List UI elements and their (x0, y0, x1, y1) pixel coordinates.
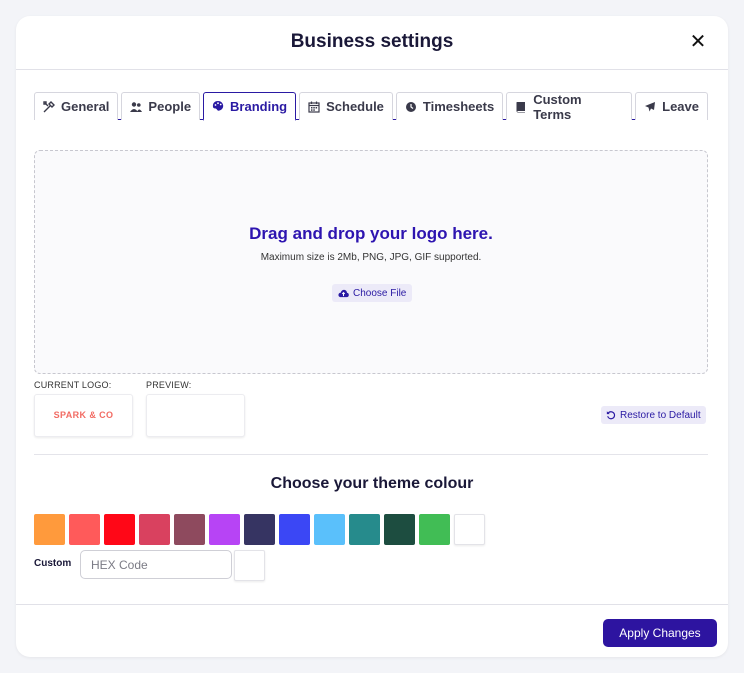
cloud-upload-icon (338, 289, 349, 297)
color-swatch[interactable] (419, 514, 450, 545)
current-logo-box: SPARK & CO (34, 394, 133, 437)
choose-file-label: Choose File (353, 287, 407, 299)
tab-general[interactable]: General (34, 92, 119, 120)
color-swatch[interactable] (454, 514, 485, 545)
color-swatch[interactable] (349, 514, 380, 545)
tab-label: Custom Terms (533, 91, 582, 122)
logo-dropzone[interactable]: Drag and drop your logo here. Maximum si… (34, 150, 708, 374)
tab-label: Branding (230, 98, 288, 114)
tab-timesheets[interactable]: Timesheets (395, 92, 504, 120)
clock-icon (405, 101, 416, 112)
custom-label: Custom (34, 558, 72, 569)
settings-tabs: General People Branding Schedule Timeshe… (34, 91, 708, 122)
restore-default-button[interactable]: Restore to Default (601, 406, 706, 424)
tab-custom-terms[interactable]: Custom Terms (506, 91, 633, 122)
restore-label: Restore to Default (620, 409, 701, 421)
color-swatch[interactable] (174, 514, 205, 545)
choose-file-button[interactable]: Choose File (332, 284, 413, 302)
tab-label: People (148, 99, 192, 114)
undo-icon (606, 411, 616, 420)
business-settings-modal: Business settings ✕ General People Brand… (16, 16, 728, 657)
hex-code-input[interactable] (80, 550, 232, 579)
color-swatch[interactable] (69, 514, 100, 545)
theme-swatches (34, 514, 485, 545)
tools-icon (43, 100, 55, 112)
tab-label: Leave (662, 99, 699, 114)
tab-leave[interactable]: Leave (635, 92, 708, 120)
custom-color-preview[interactable] (234, 550, 265, 581)
current-logo: SPARK & CO (53, 410, 114, 420)
modal-header: Business settings ✕ (16, 16, 728, 70)
users-icon (130, 101, 143, 112)
calendar-icon (308, 101, 320, 113)
tab-label: Schedule (326, 99, 384, 114)
footer-divider (16, 604, 728, 605)
color-swatch[interactable] (104, 514, 135, 545)
dropzone-title: Drag and drop your logo here. (249, 224, 493, 243)
color-swatch[interactable] (34, 514, 65, 545)
section-divider (34, 454, 708, 455)
preview-box (146, 394, 245, 437)
tab-label: General (61, 99, 110, 114)
tab-schedule[interactable]: Schedule (299, 92, 393, 120)
color-swatch[interactable] (139, 514, 170, 545)
preview-label: PREVIEW: (146, 380, 192, 390)
dropzone-subtitle: Maximum size is 2Mb, PNG, JPG, GIF suppo… (260, 252, 482, 263)
color-swatch[interactable] (384, 514, 415, 545)
plane-icon (645, 101, 656, 111)
modal-title: Business settings (290, 31, 454, 52)
tab-people[interactable]: People (121, 92, 201, 120)
color-swatch[interactable] (209, 514, 240, 545)
book-icon (516, 101, 526, 112)
color-swatch[interactable] (244, 514, 275, 545)
apply-changes-button[interactable]: Apply Changes (603, 619, 717, 647)
theme-title: Choose your theme colour (270, 475, 474, 492)
palette-icon (212, 101, 224, 111)
color-swatch[interactable] (279, 514, 310, 545)
tab-branding[interactable]: Branding (203, 92, 297, 121)
current-logo-label: CURRENT LOGO: (34, 380, 112, 390)
close-button[interactable]: ✕ (688, 32, 708, 52)
close-icon: ✕ (689, 31, 707, 53)
tab-label: Timesheets (422, 99, 495, 114)
color-swatch[interactable] (314, 514, 345, 545)
